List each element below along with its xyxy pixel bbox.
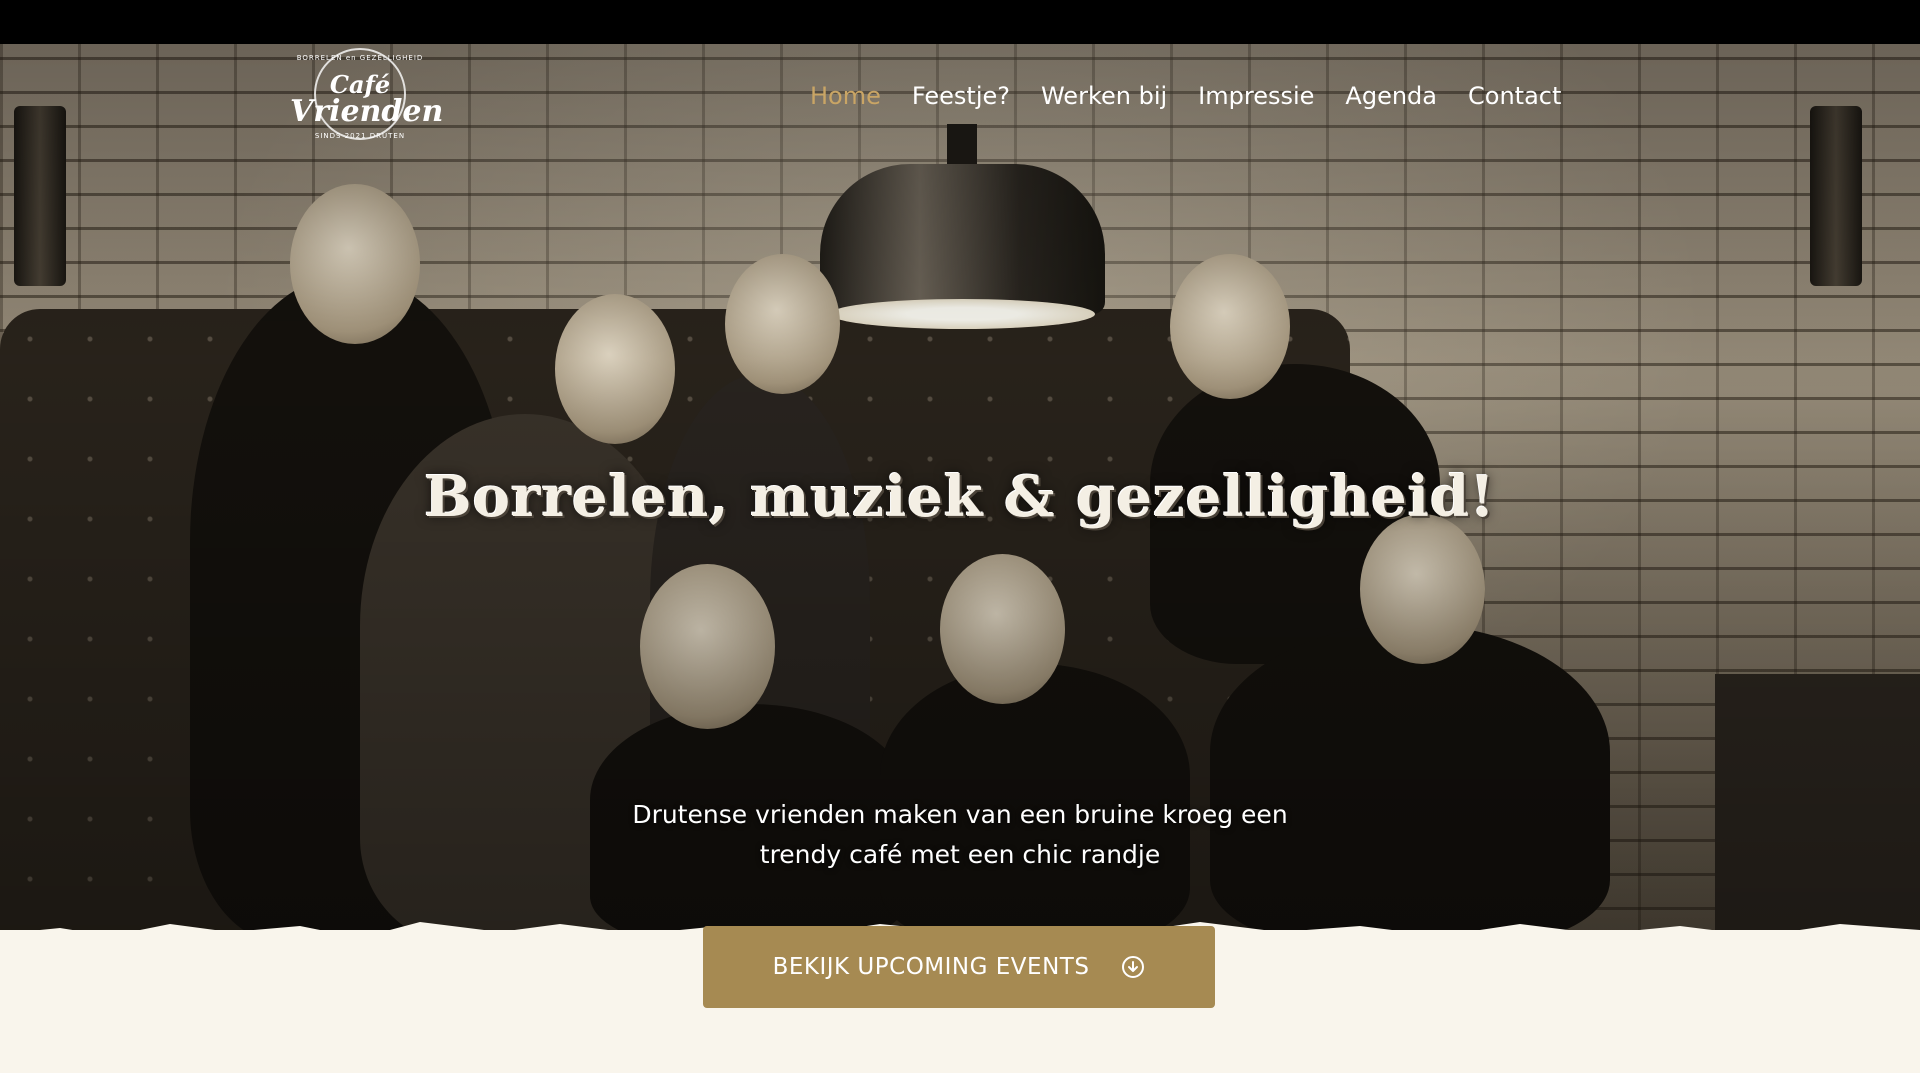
nav-home[interactable]: Home [810, 82, 881, 110]
upcoming-events-label: BEKIJK UPCOMING EVENTS [772, 954, 1090, 980]
logo-text-vrienden: Vrienden [290, 94, 444, 129]
hero-subtitle-line1: Drutense vrienden maken van een bruine k… [632, 800, 1288, 829]
top-bar [0, 0, 1920, 44]
nav-contact[interactable]: Contact [1468, 82, 1561, 110]
nav-feestje[interactable]: Feestje? [912, 82, 1010, 110]
nav-impressie[interactable]: Impressie [1198, 82, 1314, 110]
nav-agenda[interactable]: Agenda [1345, 82, 1437, 110]
main-navigation: Home Feestje? Werken bij Impressie Agend… [810, 82, 1561, 110]
hero-headline: Borrelen, muziek & gezelligheid! [424, 464, 1496, 530]
nav-werken-bij[interactable]: Werken bij [1041, 82, 1167, 110]
hero-subtitle-line2: trendy café met een chic randje [759, 840, 1161, 869]
cafe-vrienden-logo[interactable]: BORRELEN en GEZELLIGHEID Café Vrienden S… [290, 48, 444, 158]
arrow-down-circle-icon [1122, 956, 1145, 978]
upcoming-events-button[interactable]: BEKIJK UPCOMING EVENTS [703, 926, 1215, 1008]
hero-subtitle: Drutense vrienden maken van een bruine k… [560, 795, 1360, 875]
